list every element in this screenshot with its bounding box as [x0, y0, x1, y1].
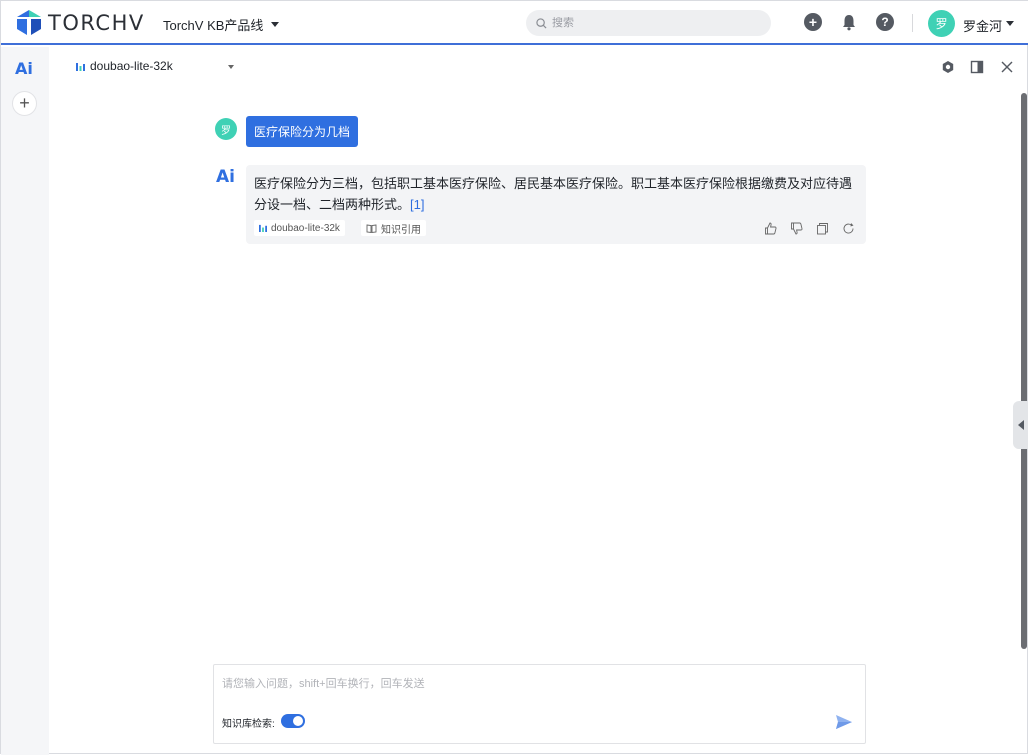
- settings-icon[interactable]: [940, 59, 956, 75]
- user-message-avatar: 罗: [215, 118, 237, 140]
- user-avatar[interactable]: 罗: [928, 10, 955, 37]
- ai-icon[interactable]: Ai: [15, 59, 33, 78]
- model-bars-icon: [76, 62, 85, 71]
- collapse-handle[interactable]: [1013, 401, 1028, 449]
- left-rail: Ai +: [1, 47, 49, 755]
- chevron-down-icon[interactable]: [228, 65, 234, 69]
- user-message-bubble: 医疗保险分为几档: [246, 116, 359, 147]
- close-icon[interactable]: [999, 59, 1015, 75]
- user-name[interactable]: 罗金河: [963, 16, 1002, 35]
- model-selector[interactable]: doubao-lite-32k: [76, 59, 173, 73]
- assistant-answer: 医疗保险分为三档，包括职工基本医疗保险、居民基本医疗保险。职工基本医疗保险根据缴…: [254, 176, 853, 212]
- plus-icon: +: [19, 93, 30, 113]
- assistant-message-bubble: 医疗保险分为三档，包括职工基本医疗保险、居民基本医疗保险。职工基本医疗保险根据缴…: [246, 165, 866, 244]
- model-bars-icon: [259, 224, 267, 232]
- chevron-down-icon[interactable]: [1006, 21, 1014, 26]
- search-input[interactable]: [552, 17, 752, 29]
- assistant-message-text: 医疗保险分为三档，包括职工基本医疗保险、居民基本医疗保险。职工基本医疗保险根据缴…: [254, 173, 859, 215]
- model-tag: doubao-lite-32k: [254, 220, 345, 236]
- app-window: TORCHV TorchV KB产品线 + ? 罗 罗金河 Ai +: [0, 0, 1028, 755]
- book-icon: [366, 223, 377, 233]
- reference-link[interactable]: [1]: [410, 197, 424, 212]
- header-divider: [912, 14, 913, 32]
- copy-icon[interactable]: [816, 222, 829, 235]
- bell-icon[interactable]: [840, 13, 858, 31]
- scrollbar-thumb[interactable]: [1021, 93, 1027, 649]
- thumbs-down-icon[interactable]: [790, 222, 803, 235]
- kb-selector[interactable]: TorchV KB产品线: [163, 15, 280, 34]
- new-chat-button[interactable]: +: [12, 91, 37, 116]
- torchv-logo-icon[interactable]: [15, 8, 43, 36]
- collapse-left-icon: [1018, 420, 1024, 430]
- plus-circle-icon[interactable]: +: [804, 13, 822, 31]
- top-header: TORCHV TorchV KB产品线 + ? 罗 罗金河: [1, 1, 1028, 45]
- send-icon[interactable]: [834, 712, 854, 732]
- chevron-down-icon: [271, 22, 280, 27]
- help-icon[interactable]: ?: [876, 13, 894, 31]
- sidebar-panel-icon[interactable]: [969, 59, 985, 75]
- user-message-text: 医疗保险分为几档: [254, 125, 351, 139]
- search-icon: [536, 17, 547, 29]
- search-bar[interactable]: [526, 10, 771, 36]
- ai-icon: Ai: [216, 167, 235, 187]
- kb-selector-label: TorchV KB产品线: [163, 18, 264, 33]
- model-tag-label: doubao-lite-32k: [271, 222, 340, 234]
- thumbs-up-icon[interactable]: [764, 222, 777, 235]
- model-selector-label: doubao-lite-32k: [90, 59, 173, 73]
- message-composer: 知识库检索:: [213, 664, 866, 744]
- refresh-icon[interactable]: [842, 222, 855, 235]
- kb-search-label: 知识库检索:: [222, 719, 275, 730]
- message-input[interactable]: [222, 675, 852, 695]
- brand-name: TORCHV: [48, 11, 145, 35]
- knowledge-citation-tag[interactable]: 知识引用: [361, 220, 426, 236]
- kb-search-toggle[interactable]: [281, 714, 305, 728]
- knowledge-citation-label: 知识引用: [381, 224, 421, 236]
